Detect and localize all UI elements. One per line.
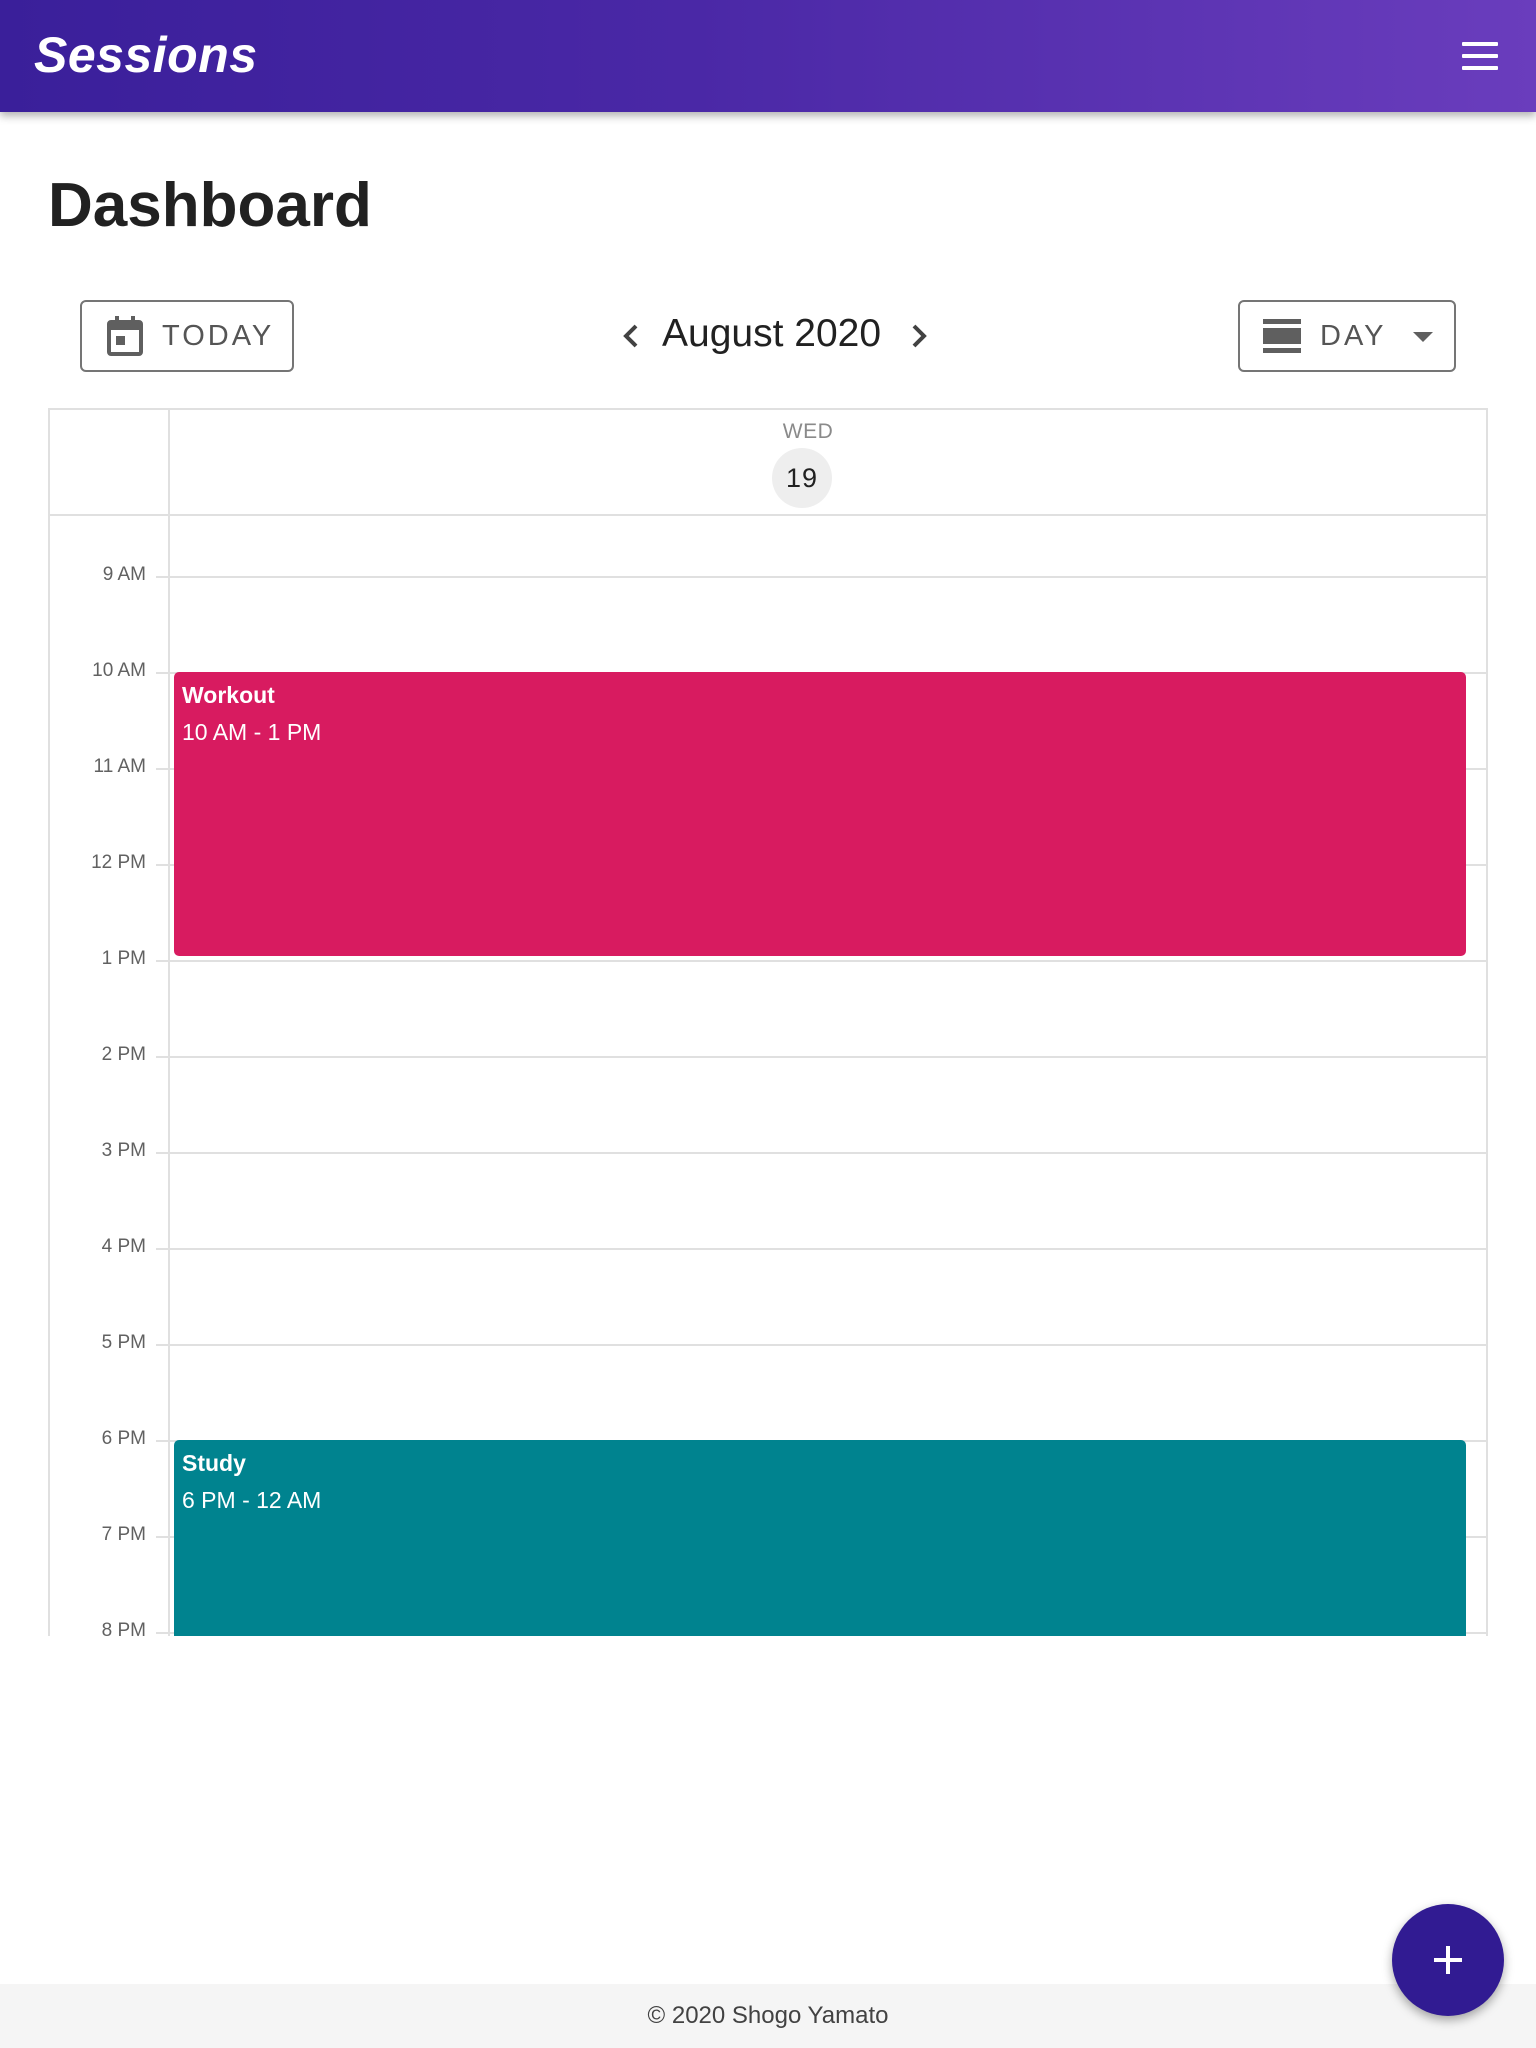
arrow-drop-down-icon bbox=[1413, 332, 1434, 342]
hour-label: 10 AM bbox=[92, 660, 146, 681]
menu-icon[interactable] bbox=[1458, 36, 1502, 76]
time-gutter-divider bbox=[168, 410, 170, 1636]
today-button[interactable]: TODAY bbox=[80, 300, 294, 372]
hour-label: 6 PM bbox=[101, 1428, 146, 1449]
hour-label: 4 PM bbox=[101, 1236, 146, 1257]
hour-gridline bbox=[156, 1152, 1486, 1154]
event-time: 6 PM - 12 AM bbox=[182, 1487, 322, 1513]
hour-label: 1 PM bbox=[101, 948, 146, 969]
view-day-icon bbox=[1263, 319, 1301, 353]
month-label: August 2020 bbox=[662, 312, 882, 355]
view-select-button[interactable]: DAY bbox=[1238, 300, 1456, 372]
copyright-text: © 2020 Shogo Yamato bbox=[647, 2002, 889, 2029]
today-label: TODAY bbox=[162, 319, 275, 352]
day-number[interactable]: 19 bbox=[772, 448, 832, 508]
hour-label: 8 PM bbox=[101, 1620, 146, 1636]
day-header-divider bbox=[50, 514, 1486, 516]
event-title: Study bbox=[182, 1450, 246, 1476]
hour-label: 5 PM bbox=[101, 1332, 146, 1353]
app-title[interactable]: Sessions bbox=[34, 26, 258, 84]
view-label: DAY bbox=[1320, 319, 1387, 352]
hour-label: 11 AM bbox=[93, 756, 146, 777]
chevron-right-icon[interactable] bbox=[898, 316, 938, 356]
app-bar: Sessions bbox=[0, 0, 1536, 112]
calendar-today-icon bbox=[107, 316, 143, 356]
hour-gridline bbox=[156, 1248, 1486, 1250]
hour-gridline bbox=[156, 1056, 1486, 1058]
page-title: Dashboard bbox=[48, 171, 372, 240]
event-time: 10 AM - 1 PM bbox=[182, 719, 322, 745]
hour-label: 9 AM bbox=[102, 564, 146, 585]
chevron-left-icon[interactable] bbox=[612, 316, 652, 356]
event-workout[interactable]: Workout 10 AM - 1 PM bbox=[174, 672, 1466, 956]
hour-gridline bbox=[156, 1344, 1486, 1346]
add-session-button[interactable] bbox=[1392, 1904, 1504, 2016]
event-study[interactable]: Study 6 PM - 12 AM bbox=[174, 1440, 1466, 1636]
hour-gridline bbox=[156, 960, 1486, 962]
calendar-day-view: WED 19 9 AM 10 AM 11 AM 12 PM 1 PM 2 PM 3 PM 4 … bbox=[48, 408, 1488, 1636]
hour-label: 3 PM bbox=[101, 1140, 146, 1161]
hour-label: 2 PM bbox=[101, 1044, 146, 1065]
footer: © 2020 Shogo Yamato bbox=[0, 1984, 1536, 2048]
hour-gridline bbox=[156, 576, 1486, 578]
hour-label: 12 PM bbox=[91, 852, 146, 873]
day-weekday: WED bbox=[782, 420, 834, 443]
hour-label: 7 PM bbox=[101, 1524, 146, 1545]
event-title: Workout bbox=[182, 682, 275, 708]
